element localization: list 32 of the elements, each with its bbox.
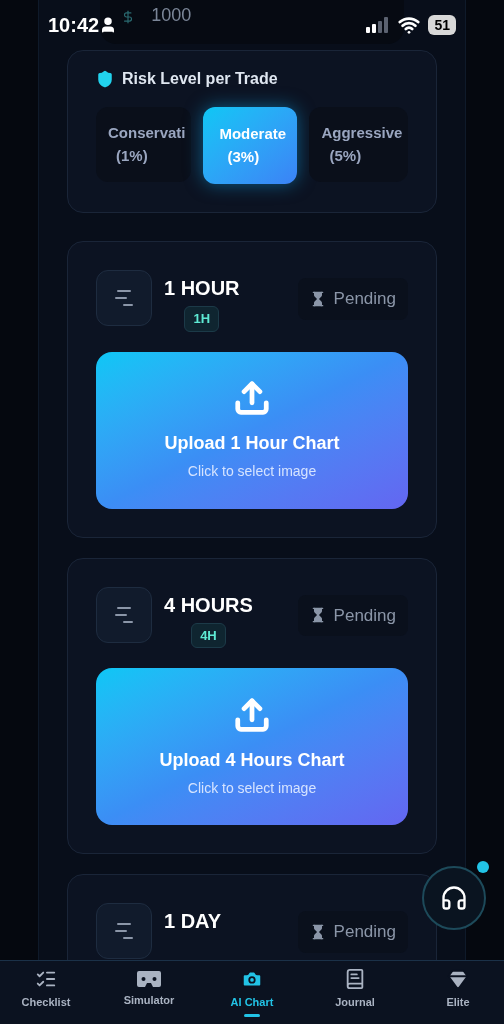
upload-hint: Click to select image (187, 462, 317, 481)
headset-icon (440, 884, 468, 912)
upload-title: Upload 4 Hours Chart (159, 748, 345, 772)
status-pill: Pending (297, 278, 408, 320)
risk-option[interactable]: Conservati (1%) (96, 107, 192, 182)
shield-icon (96, 70, 114, 88)
status-pill: Pending (297, 594, 408, 636)
status-pill: Pending (297, 911, 408, 953)
book-icon (344, 967, 366, 990)
upload-title: Upload 1 Hour Chart (164, 432, 340, 455)
nav-tab[interactable]: Simulator (107, 969, 191, 1016)
nav-tab[interactable]: Journal (313, 967, 397, 1018)
wifi-icon (398, 14, 421, 36)
upload-icon (233, 379, 271, 417)
nav-tab[interactable]: Checklist (4, 967, 88, 1018)
diamond-icon (447, 967, 469, 990)
timeframe-badge: 4H (191, 622, 226, 648)
nav-tab[interactable]: AI Chart (210, 967, 294, 1018)
timeframe-badge: 1H (184, 306, 220, 332)
timeframe-title: 1 HOUR (164, 276, 240, 301)
vr-goggles-icon (136, 969, 162, 988)
balance: 1000 (151, 4, 192, 27)
upload-icon (233, 695, 271, 734)
timeframe-title: 1 DAY (164, 909, 222, 934)
signal-icon (366, 17, 391, 33)
nav-tab[interactable]: Elite (416, 967, 500, 1018)
risk-option[interactable]: Aggressive (5%) (309, 107, 408, 182)
clock: 10:42 (48, 13, 100, 38)
battery-icon: 51 (428, 15, 456, 35)
timeframe-title: 4 HOURS (164, 592, 253, 618)
upload-hint: Click to select image (187, 778, 317, 798)
risk-title: Risk Level per Trade (122, 69, 278, 89)
